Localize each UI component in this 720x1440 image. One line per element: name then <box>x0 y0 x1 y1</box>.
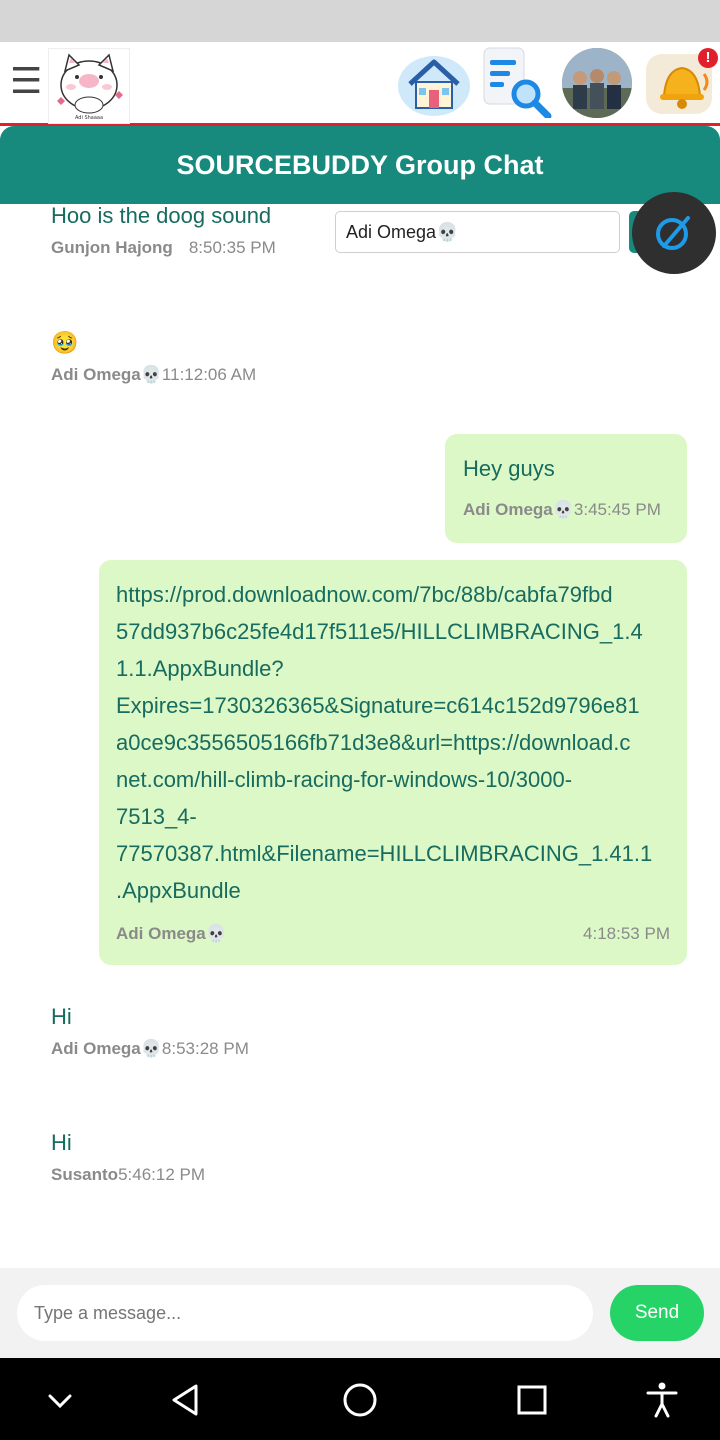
message-sender: Adi Omega💀 <box>463 500 574 519</box>
message-link[interactable]: https://prod.downloadnow.com/7bc/88b/cab… <box>116 576 676 909</box>
list-item: Hi Susanto5:46:12 PM <box>51 1124 205 1185</box>
logo-caption: Adi Shaaaa <box>75 115 103 121</box>
message-sender: Adi Omega💀 <box>116 924 227 944</box>
link-line[interactable]: .AppxBundle <box>116 872 676 909</box>
search-list-icon[interactable] <box>480 46 556 120</box>
message-meta: Susanto5:46:12 PM <box>51 1165 205 1185</box>
list-item: Hi Adi Omega💀8:53:28 PM <box>51 998 249 1059</box>
menu-icon[interactable]: ☰ <box>10 63 42 99</box>
link-line[interactable]: https://prod.downloadnow.com/7bc/88b/cab… <box>116 576 676 613</box>
home-circle-icon[interactable] <box>338 1378 382 1422</box>
message-composer: Send <box>0 1268 720 1358</box>
link-line[interactable]: 57dd937b6c25fe4d17f511e5/HILLCLIMBRACING… <box>116 613 676 650</box>
message-time: 4:18:53 PM <box>583 924 670 943</box>
message-text: 🥹 <box>51 330 79 355</box>
message-time: 8:50:35 PM <box>188 238 276 257</box>
message-sender: Susanto <box>51 1165 119 1184</box>
accessibility-icon[interactable] <box>640 1378 684 1422</box>
list-item: 🥹 Adi Omega💀11:12:06 AM <box>51 324 256 385</box>
link-line[interactable]: 77570387.html&Filename=HILLCLIMBRACING_1… <box>116 835 676 872</box>
link-line[interactable]: Expires=1730326365&Signature=c614c152d97… <box>116 687 676 724</box>
link-line[interactable]: a0ce9c3556505166fb71d3e8&url=https://dow… <box>116 724 676 761</box>
message-sender: Adi Omega💀 <box>51 365 162 384</box>
sender-name: Adi Omega💀 <box>116 924 227 943</box>
link-line[interactable]: 1.1.AppxBundle? <box>116 650 676 687</box>
message-time: 3:45:45 PM <box>573 500 661 519</box>
chevron-down-icon[interactable] <box>38 1378 82 1422</box>
message-meta: Adi Omega💀3:45:45 PM <box>463 500 661 520</box>
link-line[interactable]: net.com/hill-climb-racing-for-windows-10… <box>116 761 676 798</box>
message-meta: Gunjon Hajong 8:50:35 PM <box>51 238 276 258</box>
app-logo[interactable]: Adi Shaaaa <box>48 48 130 124</box>
system-navigation-bar <box>0 1358 720 1440</box>
link-line[interactable]: 7513_4- <box>116 798 676 835</box>
page-title: SOURCEBUDDY Group Chat <box>176 150 544 180</box>
top-navigation: ☰ Adi Shaaaa ! <box>0 42 720 126</box>
notification-badge: ! <box>698 48 718 68</box>
search-input[interactable]: Adi Omega💀 <box>335 211 620 253</box>
message-time: 5:46:12 PM <box>118 1165 206 1184</box>
message-meta: Adi Omega💀11:12:06 AM <box>51 365 256 385</box>
message-bubble: Hey guys Adi Omega💀3:45:45 PM <box>445 434 687 543</box>
message-meta: Adi Omega💀8:53:28 PM <box>51 1039 249 1059</box>
message-sender: Gunjon Hajong <box>51 238 173 257</box>
message-text: Hoo is the doog sound <box>51 204 272 228</box>
message-bubble: https://prod.downloadnow.com/7bc/88b/cab… <box>99 560 687 965</box>
recents-icon[interactable] <box>510 1378 554 1422</box>
avatar[interactable] <box>562 48 632 118</box>
status-bar <box>0 0 720 42</box>
home-icon[interactable] <box>396 46 472 118</box>
chat-header: SOURCEBUDDY Group Chat <box>0 126 720 204</box>
message-time: 11:12:06 AM <box>161 365 257 384</box>
pen-circle-icon <box>656 216 690 250</box>
message-text: Hi <box>51 1130 72 1155</box>
message-input[interactable] <box>17 1285 593 1341</box>
list-item: Hoo is the doog sound Gunjon Hajong 8:50:… <box>51 204 276 258</box>
message-time: 8:53:28 PM <box>161 1039 249 1058</box>
message-text: Hey guys <box>463 456 555 481</box>
back-icon[interactable] <box>164 1378 208 1422</box>
send-button[interactable]: Send <box>610 1285 704 1341</box>
message-list[interactable]: Adi Omega💀 Se Hoo is the doog sound Gunj… <box>0 204 720 1268</box>
floating-action-button[interactable] <box>632 192 716 274</box>
message-sender: Adi Omega💀 <box>51 1039 162 1058</box>
message-text: Hi <box>51 1004 72 1029</box>
